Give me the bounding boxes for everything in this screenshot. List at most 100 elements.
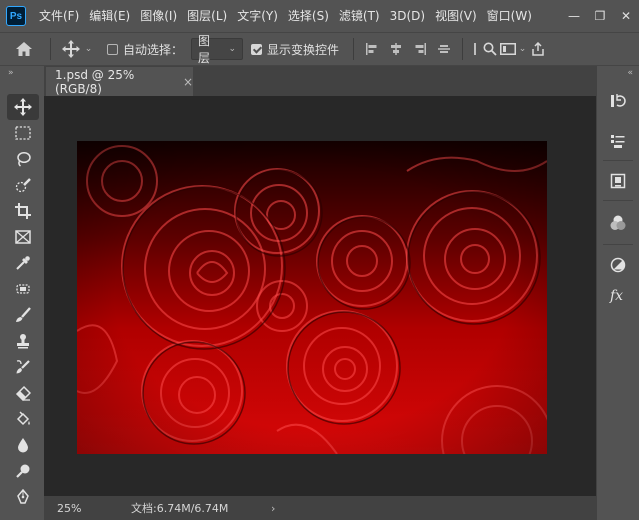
status-bar: 25% 文档:6.74M/6.74M ›: [44, 496, 596, 520]
menu-select[interactable]: 选择(S): [283, 0, 334, 32]
document-tab[interactable]: 1.psd @ 25%(RGB/8) ×: [46, 67, 193, 96]
lasso-icon: [17, 151, 31, 167]
libraries-panel-button[interactable]: [604, 168, 632, 194]
menu-edit[interactable]: 编辑(E): [84, 0, 135, 32]
tool-preset-picker[interactable]: ⌄: [57, 35, 97, 63]
auto-select-target-dropdown[interactable]: 图层 ⌄: [191, 34, 244, 65]
embossed-roses-image: [77, 141, 547, 454]
brush-tool[interactable]: [7, 302, 39, 328]
crop-tool[interactable]: [7, 198, 39, 224]
quick-selection-icon: [15, 178, 31, 193]
panel-separator: [603, 200, 633, 201]
svg-text:fx: fx: [609, 288, 623, 303]
align-top-button[interactable]: [432, 35, 456, 63]
workspace-icon: [499, 43, 516, 55]
tool-list: [7, 94, 41, 510]
align-left-icon: [366, 43, 377, 55]
menu-3d[interactable]: 3D(D): [385, 0, 430, 32]
close-button[interactable]: ✕: [613, 0, 639, 32]
status-menu-arrow[interactable]: ›: [271, 502, 275, 515]
quick-selection-tool[interactable]: [7, 172, 39, 198]
panel-separator: [603, 160, 633, 161]
separator: [50, 38, 51, 60]
adjustments-icon: [610, 257, 626, 273]
photoshop-logo[interactable]: Ps: [6, 6, 26, 26]
eraser-tool[interactable]: [7, 380, 39, 406]
crop-icon: [15, 203, 31, 219]
clone-stamp-tool[interactable]: [7, 328, 39, 354]
adjustments-panel-button[interactable]: [604, 252, 632, 278]
menu-filter[interactable]: 滤镜(T): [334, 0, 385, 32]
history-brush-tool[interactable]: [7, 354, 39, 380]
document-tab-title: 1.psd @ 25%(RGB/8): [55, 67, 135, 96]
history-panel-button[interactable]: [604, 88, 632, 114]
right-panel-dock: « fx: [596, 66, 639, 520]
image-canvas[interactable]: [77, 141, 547, 454]
home-button[interactable]: [4, 35, 44, 63]
move-tool[interactable]: [7, 94, 39, 120]
marquee-tool[interactable]: [7, 120, 39, 146]
minimize-button[interactable]: —: [561, 0, 587, 32]
styles-panel-button[interactable]: fx: [604, 282, 632, 308]
chevron-down-icon: ⌄: [518, 44, 527, 54]
show-transform-checkbox[interactable]: [251, 43, 263, 55]
home-icon: [16, 42, 32, 56]
menu-layer[interactable]: 图层(L): [182, 0, 232, 32]
separator: [353, 38, 355, 60]
paint-bucket-tool[interactable]: [7, 406, 39, 432]
menu-bar: Ps 文件(F) 编辑(E) 图像(I) 图层(L) 文字(Y) 选择(S) 滤…: [0, 0, 639, 32]
show-transform-label: 显示变换控件: [267, 42, 340, 57]
separator: [462, 38, 464, 60]
pen-icon: [17, 489, 29, 504]
auto-select-checkbox[interactable]: [107, 43, 118, 55]
history-icon: [611, 94, 626, 107]
restore-button[interactable]: ❐: [587, 0, 613, 32]
color-panel-button[interactable]: [604, 210, 632, 236]
rectangular-marquee-icon: [15, 126, 31, 140]
menu-view[interactable]: 视图(V): [430, 0, 482, 32]
tools-panel: »: [0, 66, 44, 520]
align-horizontal-center-icon: [391, 43, 402, 55]
collapse-tools-button[interactable]: »: [0, 66, 44, 80]
color-icon: [610, 215, 626, 230]
blur-tool[interactable]: [7, 432, 39, 458]
search-button[interactable]: [481, 35, 499, 63]
zoom-level[interactable]: 25%: [44, 502, 114, 515]
distribute-button[interactable]: [469, 35, 481, 63]
tab-close-button[interactable]: ×: [183, 75, 193, 89]
share-icon: [532, 42, 544, 56]
align-center-button[interactable]: [384, 35, 408, 63]
align-vertical-center-icon: [438, 45, 451, 53]
chevron-down-icon: ⌄: [228, 44, 237, 54]
menu-file[interactable]: 文件(F): [34, 0, 84, 32]
share-button[interactable]: [527, 35, 549, 63]
frame-icon: [15, 230, 31, 244]
options-bar: ⌄ 自动选择： 图层 ⌄ 显示变换控件 ⌄: [0, 32, 639, 66]
show-transform-toggle[interactable]: 显示变换控件: [251, 41, 339, 58]
auto-select-toggle[interactable]: 自动选择：: [107, 41, 183, 58]
eyedropper-icon: [16, 256, 30, 270]
frame-tool[interactable]: [7, 224, 39, 250]
move-icon: [14, 98, 32, 116]
blur-drop-icon: [18, 438, 28, 453]
auto-select-target-value: 图层: [198, 34, 211, 65]
stamp-icon: [17, 334, 29, 349]
eraser-icon: [15, 385, 31, 401]
dodge-tool[interactable]: [7, 458, 39, 484]
lasso-tool[interactable]: [7, 146, 39, 172]
workspace-button[interactable]: ⌄: [499, 35, 527, 63]
menu-window[interactable]: 窗口(W): [482, 0, 537, 32]
spot-healing-tool[interactable]: [7, 276, 39, 302]
menu-image[interactable]: 图像(I): [135, 0, 182, 32]
move-icon: [61, 40, 80, 58]
eyedropper-tool[interactable]: [7, 250, 39, 276]
align-right-button[interactable]: [408, 35, 432, 63]
distribute-icon: [474, 43, 477, 55]
align-left-button[interactable]: [360, 35, 384, 63]
collapse-panels-button[interactable]: «: [597, 66, 639, 80]
properties-panel-button[interactable]: [604, 128, 632, 154]
dodge-icon: [16, 464, 30, 478]
pen-tool[interactable]: [7, 484, 39, 510]
document-size-info: 文档:6.74M/6.74M: [131, 502, 229, 515]
menu-type[interactable]: 文字(Y): [232, 0, 283, 32]
